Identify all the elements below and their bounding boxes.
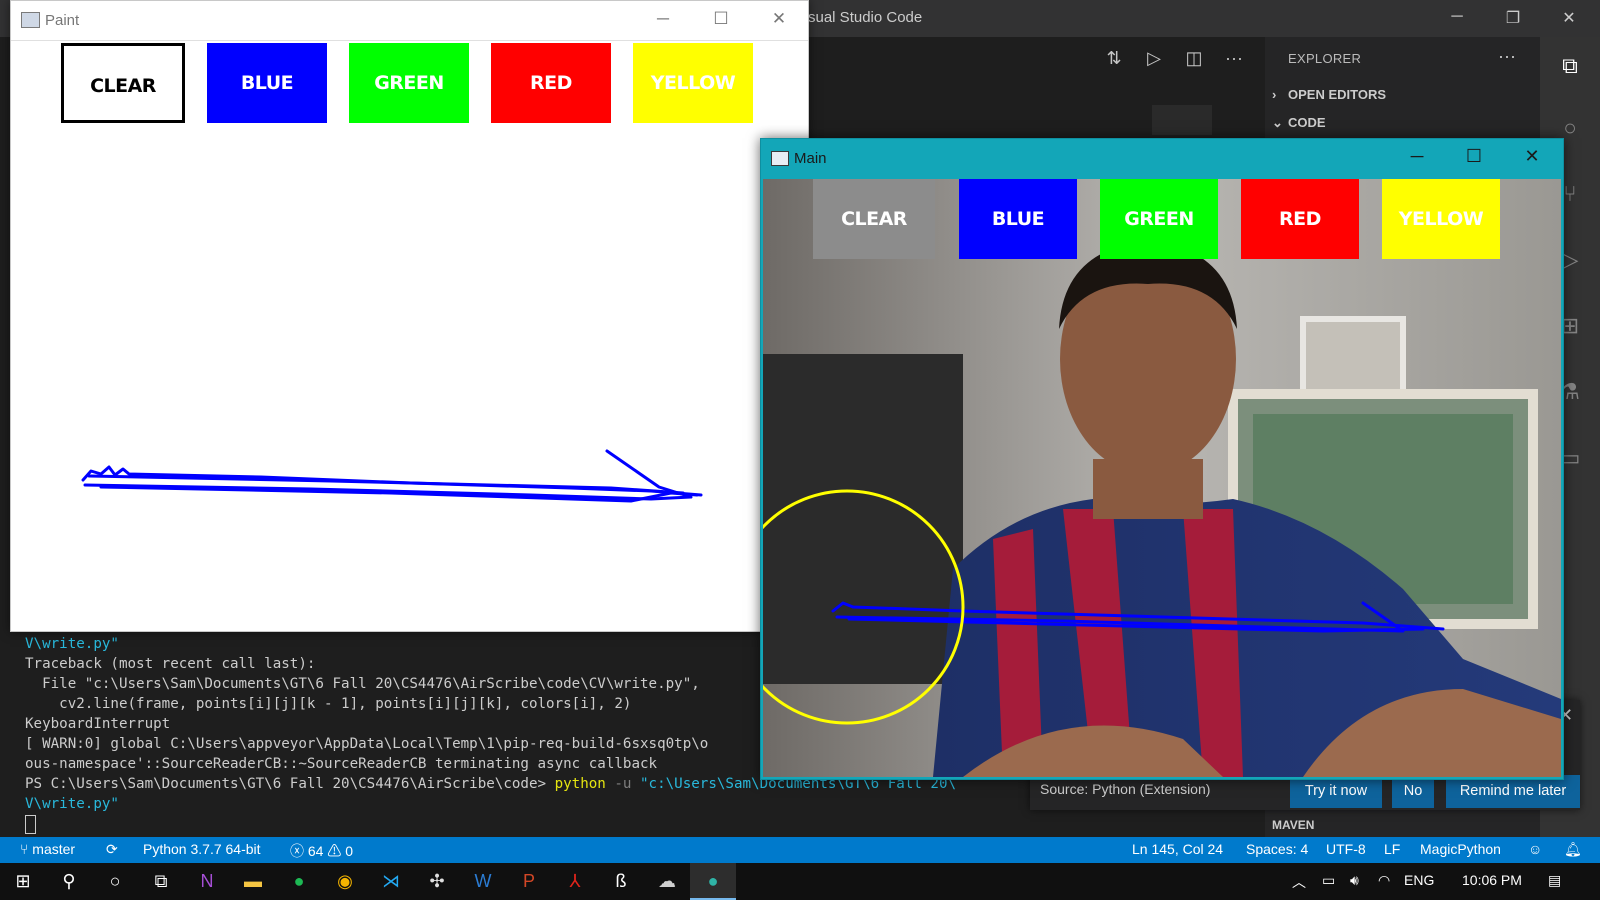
windows-taskbar: ⊞ ⚲ ○ ⧉ N ▬ ● ◉ ⋊ ✣ W P ⅄ ß ☁ ● ︿ ▭ 🔊︎ ◠… [0, 863, 1600, 900]
terminal-flag: -u [605, 776, 641, 792]
git-branch-icon: ⑂ [20, 841, 29, 857]
end-of-line[interactable]: LF [1384, 841, 1400, 857]
app-cloud-icon[interactable]: ☁ [644, 863, 690, 900]
warning-count: 0 [345, 843, 354, 859]
volume-icon[interactable]: 🔊︎ [1350, 872, 1359, 889]
app-b-icon[interactable]: ß [598, 863, 644, 900]
chevron-down-icon: ⌄ [1272, 115, 1283, 130]
terminal-prompt: PS C:\Users\Sam\Documents\GT\6 Fall 20\C… [25, 776, 555, 792]
drawn-stroke [81, 449, 703, 503]
more-actions-icon[interactable]: ··· [1222, 46, 1246, 70]
notification-source: Source: Python (Extension) [1040, 781, 1211, 797]
main-minimize-button[interactable]: ─ [1401, 146, 1433, 167]
task-view-icon[interactable]: ⧉ [138, 863, 184, 900]
powerpoint-icon[interactable]: P [506, 863, 552, 900]
feedback-icon[interactable]: ☺ [1528, 841, 1542, 857]
window-icon [771, 151, 789, 166]
main-blue-button[interactable]: BLUE [959, 179, 1077, 259]
webcam-feed[interactable]: CLEAR BLUE GREEN RED YELLOW [763, 179, 1561, 777]
windows-start-icon[interactable]: ⊞ [0, 863, 46, 900]
clock[interactable]: 10:06 PM [1462, 872, 1522, 888]
action-center-icon[interactable]: ▤ [1548, 872, 1561, 889]
encoding[interactable]: UTF-8 [1326, 841, 1366, 857]
split-editor-icon[interactable]: ◫ [1182, 46, 1206, 70]
acrobat-icon[interactable]: ⅄ [552, 863, 598, 900]
spotify-icon[interactable]: ● [276, 863, 322, 900]
open-editors-section[interactable]: › OPEN EDITORS [1272, 87, 1386, 102]
search-icon[interactable]: ⚲ [46, 863, 92, 900]
terminal-line: [ WARN:0] global C:\Users\appveyor\AppDa… [25, 736, 709, 752]
language-mode[interactable]: MagicPython [1420, 841, 1501, 857]
word-icon[interactable]: W [460, 863, 506, 900]
terminal-line: ous-namespace'::SourceReaderCB::~SourceR… [25, 756, 658, 772]
input-language[interactable]: ENG [1404, 872, 1434, 888]
main-red-button[interactable]: RED [1241, 179, 1359, 259]
minimap [1152, 105, 1212, 135]
terminal-line: KeyboardInterrupt [25, 716, 171, 732]
run-icon[interactable]: ▷ [1142, 46, 1166, 70]
python-app-icon[interactable]: ● [690, 863, 736, 900]
file-explorer-icon[interactable]: ▬ [230, 863, 276, 900]
explorer-more-icon[interactable]: ··· [1498, 46, 1516, 67]
indentation[interactable]: Spaces: 4 [1246, 841, 1308, 857]
maven-section[interactable]: MAVEN [1272, 818, 1314, 832]
compare-changes-icon[interactable]: ⇅ [1102, 46, 1126, 70]
main-clear-button[interactable]: CLEAR [813, 179, 935, 259]
sync-icon[interactable]: ⟳ [106, 841, 118, 858]
status-bar: ⑂ master ⟳ Python 3.7.7 64-bit ⓧ 64 ⚠ 0 … [0, 837, 1600, 863]
terminal-command: python [554, 776, 606, 792]
terminal-line: File "c:\Users\Sam\Documents\GT\6 Fall 2… [25, 676, 700, 692]
notifications-bell-icon[interactable]: 🔔︎ [1564, 841, 1582, 858]
vscode-taskbar-icon[interactable]: ⋊ [368, 863, 414, 900]
explorer-icon[interactable]: ⧉ [1556, 52, 1584, 80]
section-label: CODE [1288, 115, 1326, 130]
problems-status[interactable]: ⓧ 64 ⚠ 0 [290, 841, 353, 861]
cortana-icon[interactable]: ○ [92, 863, 138, 900]
error-icon: ⓧ [290, 843, 304, 859]
python-interpreter[interactable]: Python 3.7.7 64-bit [143, 841, 261, 857]
tv-screen [763, 354, 963, 684]
section-label: OPEN EDITORS [1288, 87, 1387, 102]
paint-canvas[interactable] [11, 1, 808, 631]
warning-icon: ⚠ [327, 843, 342, 859]
battery-icon[interactable]: ▭ [1322, 872, 1335, 889]
main-yellow-button[interactable]: YELLOW [1382, 179, 1500, 259]
code-folder-section[interactable]: ⌄ CODE [1272, 115, 1326, 131]
vscode-minimize-button[interactable]: ─ [1442, 8, 1472, 26]
terminal-line: cv2.line(frame, points[i][j][k - 1], poi… [25, 696, 632, 712]
vscode-title: sual Studio Code [808, 9, 923, 26]
slack-icon[interactable]: ✣ [414, 863, 460, 900]
terminal-cursor [25, 814, 36, 834]
main-green-button[interactable]: GREEN [1100, 179, 1218, 259]
webcam-image [763, 179, 1561, 777]
show-hidden-icons-icon[interactable]: ︿ [1292, 872, 1306, 892]
person-neck [1093, 459, 1203, 519]
chevron-right-icon: › [1272, 87, 1277, 102]
terminal-line: Traceback (most recent call last): [25, 656, 316, 672]
cursor-position[interactable]: Ln 145, Col 24 [1132, 841, 1223, 857]
error-count: 64 [307, 843, 324, 859]
chrome-icon[interactable]: ◉ [322, 863, 368, 900]
main-window: Main ─ ☐ ✕ CLEAR BLUE GREEN RED YELLOW [760, 138, 1564, 780]
main-close-button[interactable]: ✕ [1516, 146, 1548, 167]
onenote-icon[interactable]: N [184, 863, 230, 900]
branch-status[interactable]: ⑂ master [20, 841, 75, 857]
explorer-title: EXPLORER [1288, 51, 1362, 66]
main-title: Main [794, 150, 827, 167]
wifi-icon[interactable]: ◠ [1378, 872, 1390, 889]
vscode-close-button[interactable]: ✕ [1554, 8, 1584, 28]
terminal-line: V\write.py" [25, 636, 119, 652]
branch-name: master [32, 841, 76, 857]
paint-window: Paint ─ ☐ ✕ CLEAR BLUE GREEN RED YELLOW [10, 0, 809, 632]
terminal-line: V\write.py" [25, 796, 119, 812]
main-maximize-button[interactable]: ☐ [1458, 146, 1490, 167]
vscode-restore-button[interactable]: ❐ [1498, 8, 1528, 28]
